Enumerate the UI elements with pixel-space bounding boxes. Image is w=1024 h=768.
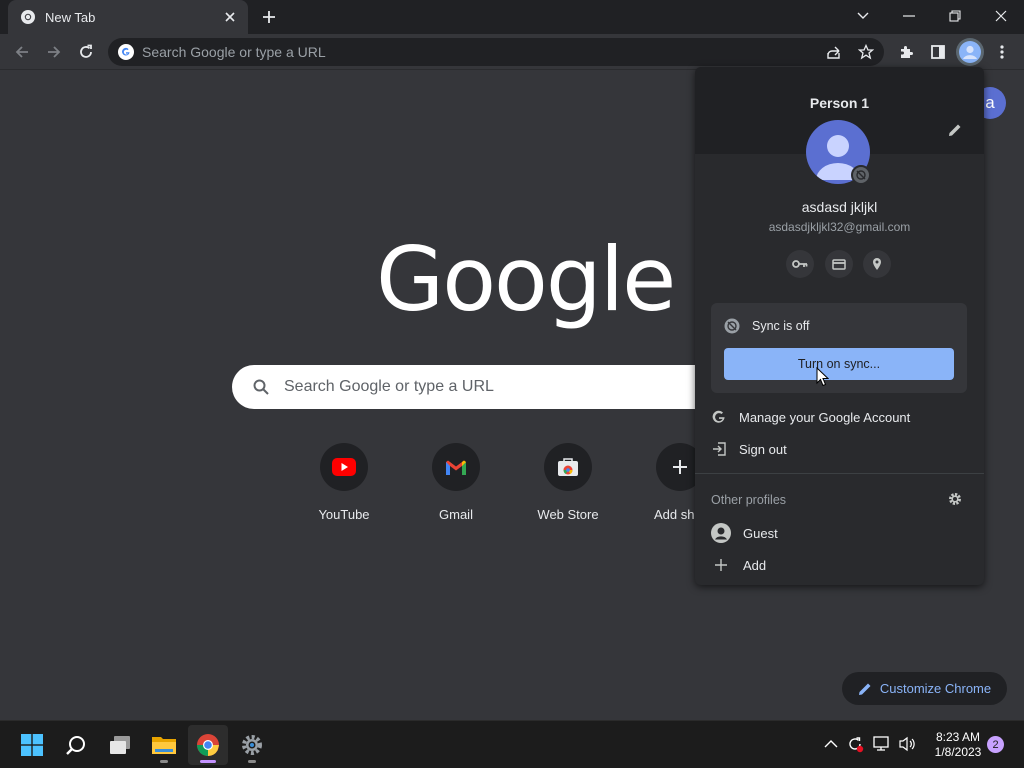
shortcut-gmail[interactable]: Gmail [406,443,506,522]
restore-icon[interactable] [932,0,978,32]
guest-avatar-icon [711,523,731,543]
folder-icon [151,734,177,756]
shortcut-label: Gmail [439,507,473,522]
menu-divider [695,473,984,474]
clock-date: 1/8/2023 [934,745,982,759]
omnibox[interactable]: Search Google or type a URL [108,38,884,66]
google-g-icon [118,44,134,60]
taskbar-search[interactable] [56,725,96,765]
sign-out-item[interactable]: Sign out [711,441,787,457]
forward-arrow-icon[interactable] [40,38,68,66]
toolbar: Search Google or type a URL [0,34,1024,70]
more-menu-icon[interactable] [988,38,1016,66]
gmail-icon [445,459,467,476]
search-icon [65,734,87,756]
clock-time: 8:23 AM [935,730,981,744]
side-panel-icon[interactable] [924,38,952,66]
network-icon[interactable] [870,733,892,755]
other-profiles-label: Other profiles [711,493,787,507]
pencil-icon [858,682,880,696]
back-arrow-icon[interactable] [8,38,36,66]
volume-icon[interactable] [896,733,918,755]
notification-badge[interactable]: 2 [987,736,1004,753]
google-g-icon [711,409,727,425]
search-icon [252,378,270,396]
google-logo: Google [376,228,676,331]
minimize-icon[interactable] [886,0,932,32]
omnibox-placeholder: Search Google or type a URL [142,44,326,60]
profile-menu: Person 1 asdasd jkljkl asdasdjkljkl32@gm… [695,67,984,585]
taskbar-clock[interactable]: 8:23 AM 1/8/2023 [930,730,986,760]
tab-search-chevron-icon[interactable] [840,0,886,32]
chrome-icon [20,9,36,25]
sync-card: Sync is off Turn on sync... [711,303,967,393]
web-store-icon [557,457,579,477]
plus-icon [672,459,688,475]
manage-account-label: Manage your Google Account [739,409,911,425]
extensions-icon[interactable] [892,38,920,66]
plus-icon [711,557,731,573]
taskbar-settings[interactable] [232,725,272,765]
sync-status-text: Sync is off [752,319,810,333]
share-icon[interactable] [820,38,848,66]
turn-on-sync-button[interactable]: Turn on sync... [724,348,954,380]
shortcut-web-store[interactable]: Web Store [518,443,618,522]
task-view[interactable] [100,725,140,765]
settings-gear-icon [240,733,264,757]
taskbar-file-explorer[interactable] [144,725,184,765]
sync-paused-badge-icon [851,165,871,185]
customize-chrome-button[interactable]: Customize Chrome [842,672,1007,705]
mouse-cursor-icon [816,367,829,387]
start-button[interactable] [12,725,52,765]
passwords-key-icon[interactable] [786,250,814,278]
sync-off-icon [724,318,752,334]
shortcut-label: Web Store [537,507,599,522]
reload-icon[interactable] [72,38,100,66]
add-profile-label: Add [743,557,767,573]
manage-google-account-item[interactable]: Manage your Google Account [711,409,910,425]
guest-profile-item[interactable]: Guest [711,523,778,543]
tab-title: New Tab [45,9,96,25]
sync-update-icon[interactable] [844,733,866,755]
close-window-icon[interactable] [978,0,1024,32]
addresses-pin-icon[interactable] [863,250,891,278]
sign-out-label: Sign out [739,441,787,457]
customize-chrome-label: Customize Chrome [879,681,992,696]
account-full-name: asdasd jkljkl [801,199,878,215]
account-email: asdasdjkljkl32@gmail.com [768,220,911,234]
youtube-icon [332,458,356,476]
close-tab-icon[interactable] [222,9,238,25]
show-hidden-icons-chevron-icon[interactable] [820,733,842,755]
new-tab-plus-icon[interactable] [260,8,278,26]
chrome-icon [196,733,220,757]
gear-icon[interactable] [948,492,962,506]
tab-new-tab[interactable]: New Tab [8,0,248,34]
add-profile-item[interactable]: Add [711,557,766,573]
taskbar: 8:23 AM 1/8/2023 2 [0,720,1024,768]
task-view-icon [108,735,132,755]
ntp-search-placeholder: Search Google or type a URL [284,378,494,395]
tab-strip: New Tab [0,0,1024,34]
taskbar-chrome[interactable] [188,725,228,765]
guest-label: Guest [743,525,778,541]
shortcut-youtube[interactable]: YouTube [294,443,394,522]
sign-out-icon [711,441,727,457]
profile-avatar-button[interactable] [956,38,984,66]
shortcut-label: YouTube [318,507,370,522]
edit-pencil-icon[interactable] [948,123,962,137]
payment-card-icon[interactable] [825,250,853,278]
bookmark-star-icon[interactable] [852,38,880,66]
profile-name: Person 1 [809,95,870,111]
windows-logo-icon [21,734,43,756]
